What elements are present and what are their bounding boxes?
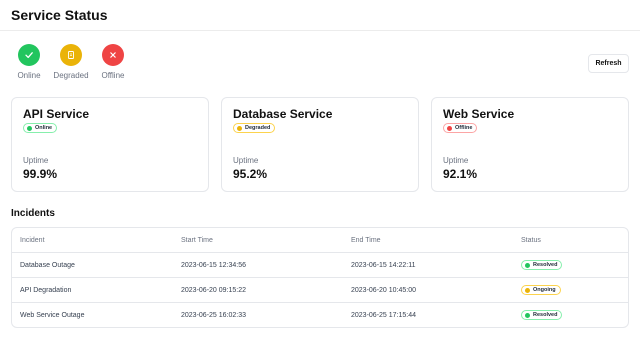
legend-label: Degraded [53,71,89,80]
incidents-title: Incidents [11,208,55,219]
column-header-status: Status [521,237,541,244]
legend-online: Online [9,44,49,80]
column-header-end-time: End Time [351,237,381,244]
incidents-table: Incident Start Time End Time Status Data… [11,227,629,328]
incident-start-time: 2023-06-15 12:34:56 [181,262,246,269]
column-header-incident: Incident [20,237,45,244]
status-dot [447,125,452,131]
status-badge-label: Offline [455,125,473,131]
uptime-value: 92.1% [443,167,478,181]
status-badge: Resolved [521,260,563,270]
incident-name: Database Outage [20,262,75,269]
incident-end-time: 2023-06-20 10:45:00 [351,287,416,294]
service-card-api: API Service Online Uptime 99.9% [11,97,209,192]
card-title: Web Service [443,107,515,121]
uptime-value: 95.2% [233,167,268,181]
status-badge: Ongoing [521,285,561,295]
check-icon [18,44,40,66]
status-badge-label: Ongoing [533,287,556,293]
incident-start-time: 2023-06-25 16:02:33 [181,312,246,319]
incident-start-time: 2023-06-20 09:15:22 [181,287,246,294]
incident-end-time: 2023-06-15 14:22:11 [351,262,416,269]
status-badge-label: Resolved [533,312,558,318]
table-row[interactable]: Web Service Outage 2023-06-25 16:02:33 2… [12,303,628,327]
page-header: Service Status [0,0,640,31]
legend-label: Offline [101,71,125,80]
status-dot [237,125,242,131]
status-badge-label: Degraded [245,125,271,131]
uptime-label: Uptime [443,156,469,165]
status-badge: Online [23,123,58,133]
service-card-web: Web Service Offline Uptime 92.1% [431,97,629,192]
document-icon [60,44,82,66]
incident-name: Web Service Outage [20,312,85,319]
uptime-label: Uptime [23,156,49,165]
status-dot [525,262,530,268]
legend-label: Online [17,71,41,80]
service-card-database: Database Service Degraded Uptime 95.2% [221,97,419,192]
column-header-start-time: Start Time [181,237,213,244]
table-row[interactable]: API Degradation 2023-06-20 09:15:22 2023… [12,278,628,303]
status-dot [525,287,530,293]
incident-name: API Degradation [20,287,72,294]
uptime-label: Uptime [233,156,259,165]
uptime-value: 99.9% [23,167,58,181]
incident-end-time: 2023-06-25 17:15:44 [351,312,416,319]
status-badge: Degraded [233,123,276,133]
status-dot [525,312,530,318]
table-row[interactable]: Database Outage 2023-06-15 12:34:56 2023… [12,253,628,278]
refresh-button[interactable]: Refresh [588,54,629,73]
legend-offline: Offline [93,44,133,80]
table-header-row: Incident Start Time End Time Status [12,228,628,253]
status-badge: Offline [443,123,478,133]
status-badge-label: Resolved [533,262,558,268]
status-badge-label: Online [35,125,53,131]
status-dot [27,125,32,131]
legend-degraded: Degraded [51,44,91,80]
page-title: Service Status [11,7,108,23]
card-title: Database Service [233,107,333,121]
status-badge: Resolved [521,310,563,320]
x-icon [102,44,124,66]
card-title: API Service [23,107,90,121]
